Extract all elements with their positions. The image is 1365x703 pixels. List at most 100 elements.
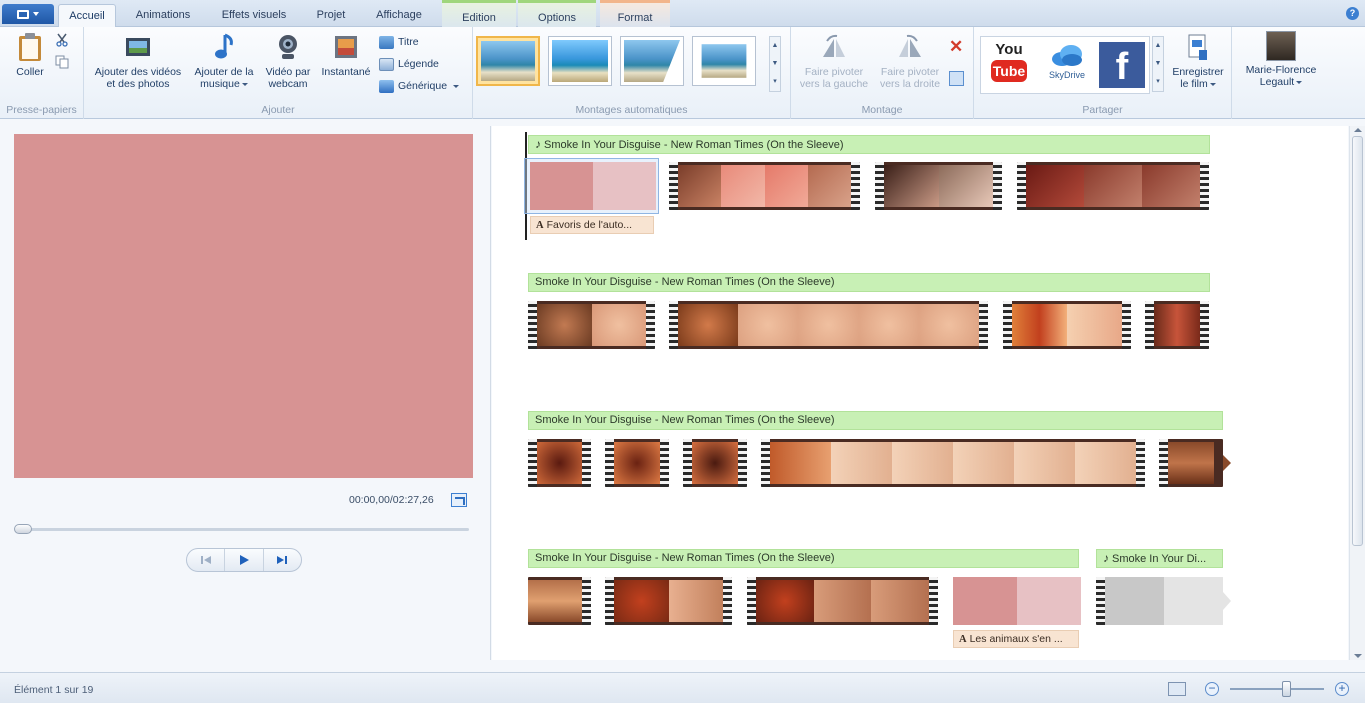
film-perforation bbox=[528, 301, 537, 349]
automovie-theme-1[interactable] bbox=[476, 36, 540, 86]
video-clip[interactable] bbox=[747, 577, 938, 625]
clip-title-slide[interactable] bbox=[953, 577, 1081, 625]
caption-tag[interactable]: A Les animaux s'en ... bbox=[953, 630, 1079, 648]
credits-button[interactable]: Générique bbox=[379, 77, 460, 95]
automovie-theme-3[interactable] bbox=[620, 36, 684, 86]
zoom-slider[interactable] bbox=[1230, 688, 1324, 690]
add-music-label: Ajouter de la bbox=[194, 66, 254, 78]
share-gallery-scroll[interactable]: ▲ ▼ ▾ bbox=[1152, 36, 1164, 92]
group-automovie: ▲ ▼ ▾ Montages automatiques bbox=[473, 27, 791, 119]
next-frame-button[interactable] bbox=[264, 549, 301, 571]
video-clip[interactable] bbox=[528, 577, 591, 625]
theme-preview-image bbox=[481, 41, 535, 81]
film-perforation bbox=[993, 162, 1002, 210]
video-clip[interactable] bbox=[528, 439, 591, 487]
music-bar[interactable]: Smoke In Your Disguise - New Roman Times… bbox=[528, 273, 1210, 292]
video-clip[interactable] bbox=[528, 301, 655, 349]
music-bar[interactable]: ♪ Smoke In Your Di... bbox=[1096, 549, 1223, 568]
add-videos-icon bbox=[123, 31, 153, 63]
video-clip[interactable] bbox=[669, 162, 860, 210]
tab-project[interactable]: Projet bbox=[304, 4, 358, 27]
fullscreen-icon[interactable] bbox=[451, 493, 467, 507]
caption-button[interactable]: Légende bbox=[379, 55, 439, 73]
tab-animations[interactable]: Animations bbox=[122, 4, 204, 27]
tab-format[interactable]: Format bbox=[600, 0, 670, 27]
skydrive-button[interactable]: SkyDrive bbox=[1039, 43, 1095, 89]
zoom-slider-thumb[interactable] bbox=[1282, 681, 1292, 697]
title-button[interactable]: Titre bbox=[379, 33, 419, 51]
select-all-icon[interactable] bbox=[949, 71, 964, 86]
video-clip[interactable] bbox=[605, 577, 732, 625]
group-label-share: Partager bbox=[1082, 104, 1123, 116]
copy-icon[interactable] bbox=[55, 55, 69, 69]
tab-visual-effects[interactable]: Effets visuels bbox=[207, 4, 301, 27]
zoom-out-button[interactable]: − bbox=[1205, 682, 1219, 696]
clip-frames bbox=[770, 442, 1136, 484]
group-user: Marie-Florence Legault bbox=[1232, 27, 1328, 119]
caption-tag[interactable]: A Favoris de l'auto... bbox=[530, 216, 654, 234]
cut-icon[interactable] bbox=[55, 33, 69, 47]
clip-continues-arrow-icon bbox=[1223, 592, 1231, 610]
clip-title-slide[interactable] bbox=[530, 162, 656, 210]
clip-frame bbox=[1026, 165, 1084, 207]
group-add: Ajouter des vidéos et des photos Ajouter… bbox=[84, 27, 473, 119]
storyboard-scrollbar[interactable] bbox=[1349, 126, 1365, 660]
play-button[interactable] bbox=[225, 549, 264, 571]
theme-gallery-scroll[interactable]: ▲ ▼ ▾ bbox=[769, 36, 781, 92]
video-clip[interactable] bbox=[669, 301, 988, 349]
video-clip[interactable] bbox=[1159, 439, 1223, 487]
timecode: 00:00,00/02:27,26 bbox=[349, 494, 434, 506]
rotate-right-button[interactable]: Faire pivoter vers la droite bbox=[873, 31, 947, 90]
tab-edit[interactable]: Edition bbox=[442, 0, 516, 27]
app-menu-button[interactable] bbox=[2, 4, 54, 24]
music-bar[interactable]: Smoke In Your Disguise - New Roman Times… bbox=[528, 411, 1223, 430]
remove-icon[interactable]: ✕ bbox=[949, 38, 963, 55]
pane-divider[interactable] bbox=[490, 126, 491, 660]
scroll-up-icon[interactable] bbox=[1354, 128, 1362, 132]
video-clip[interactable] bbox=[1096, 577, 1223, 625]
automovie-theme-2[interactable] bbox=[548, 36, 612, 86]
clip-frame bbox=[1014, 442, 1075, 484]
clip-frames bbox=[692, 442, 738, 484]
video-clip[interactable] bbox=[605, 439, 669, 487]
add-music-button[interactable]: Ajouter de la musique bbox=[190, 31, 258, 90]
tab-view[interactable]: Affichage bbox=[362, 4, 436, 27]
youtube-button[interactable]: You Tube bbox=[989, 42, 1029, 88]
scroll-down-icon[interactable] bbox=[1354, 654, 1362, 658]
music-bar[interactable]: ♪ Smoke In Your Disguise - New Roman Time… bbox=[528, 135, 1210, 154]
clipboard-icon bbox=[15, 31, 45, 63]
tab-home[interactable]: Accueil bbox=[58, 4, 116, 27]
help-icon[interactable]: ? bbox=[1346, 7, 1359, 20]
seek-thumb[interactable] bbox=[14, 524, 32, 534]
facebook-button[interactable]: f bbox=[1099, 42, 1145, 88]
video-clip[interactable] bbox=[1017, 162, 1209, 210]
webcam-label: Vidéo par bbox=[265, 66, 311, 78]
music-title: Smoke In Your Disguise - New Roman Times… bbox=[535, 552, 835, 564]
tab-options[interactable]: Options bbox=[518, 0, 596, 27]
video-clip[interactable] bbox=[875, 162, 1002, 210]
user-account-button[interactable]: Marie-Florence Legault bbox=[1236, 31, 1326, 88]
video-clip[interactable] bbox=[683, 439, 747, 487]
clip-frames bbox=[1012, 304, 1122, 346]
video-clip[interactable] bbox=[1003, 301, 1131, 349]
thumbnail-size-icon[interactable] bbox=[1168, 682, 1186, 696]
add-videos-photos-button[interactable]: Ajouter des vidéos et des photos bbox=[88, 31, 188, 90]
webcam-video-button[interactable]: Vidéo par webcam bbox=[260, 31, 316, 90]
scrollbar-thumb[interactable] bbox=[1352, 136, 1363, 546]
previous-frame-button[interactable] bbox=[187, 549, 226, 571]
caption-glyph-icon: A bbox=[536, 220, 544, 231]
seek-bar[interactable] bbox=[16, 528, 469, 531]
dropdown-arrow-icon bbox=[1209, 82, 1216, 86]
automovie-theme-4[interactable] bbox=[692, 36, 756, 86]
film-perforation bbox=[1003, 301, 1012, 349]
music-title: Smoke In Your Disguise - New Roman Times… bbox=[544, 139, 844, 151]
snapshot-button[interactable]: Instantané bbox=[317, 31, 375, 78]
music-bar[interactable]: Smoke In Your Disguise - New Roman Times… bbox=[528, 549, 1079, 568]
video-clip[interactable] bbox=[761, 439, 1145, 487]
video-clip[interactable] bbox=[1145, 301, 1209, 349]
zoom-in-button[interactable]: + bbox=[1335, 682, 1349, 696]
video-preview[interactable] bbox=[14, 134, 473, 478]
save-movie-button[interactable]: Enregistrer le film bbox=[1168, 31, 1228, 90]
rotate-left-button[interactable]: Faire pivoter vers la gauche bbox=[795, 31, 873, 90]
paste-button[interactable]: Coller bbox=[8, 31, 52, 78]
